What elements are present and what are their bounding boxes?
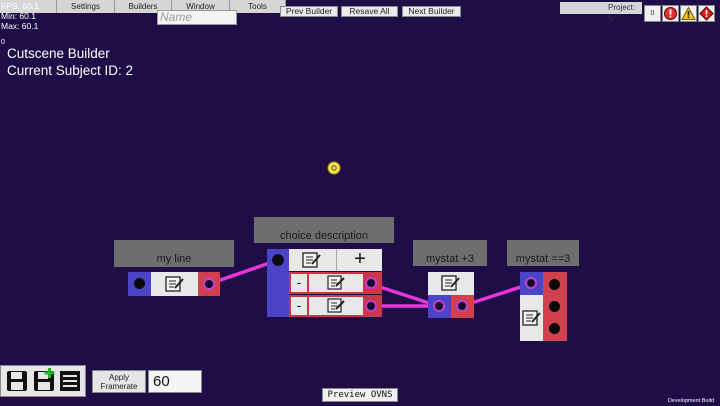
input-socket[interactable]	[272, 254, 284, 266]
choice-edit-field[interactable]	[309, 274, 363, 292]
output-socket[interactable]	[203, 278, 215, 290]
node-stat-check-title[interactable]: mystat ==3	[507, 240, 579, 266]
apply-framerate-button[interactable]: Apply Framerate	[92, 370, 146, 393]
node-choice-toolbar: +	[289, 249, 382, 271]
output-socket[interactable]	[365, 277, 377, 289]
development-build-label: Development Build	[667, 398, 714, 404]
input-port-dot	[134, 278, 145, 289]
node-my-line-title[interactable]: my line	[114, 240, 234, 267]
input-socket[interactable]	[433, 300, 445, 312]
node-my-line-input[interactable]	[128, 272, 151, 296]
node-stat-add-output[interactable]	[451, 295, 474, 318]
node-my-line-output[interactable]	[198, 272, 220, 296]
output-socket[interactable]	[456, 300, 468, 312]
choice-row-1: -	[289, 272, 382, 294]
node-stat-add-body[interactable]	[428, 272, 474, 295]
edit-icon[interactable]	[327, 275, 347, 291]
edit-icon[interactable]	[327, 298, 347, 314]
choice-edit-field[interactable]	[309, 297, 363, 315]
connection-layer	[207, 258, 532, 308]
node-choice-input[interactable]	[267, 249, 289, 317]
choice-row-2: -	[289, 295, 382, 317]
edit-icon[interactable]	[302, 252, 322, 269]
save-new-icon[interactable]	[33, 368, 57, 392]
output-true-port[interactable]	[549, 279, 560, 290]
node-stat-check-body[interactable]	[520, 295, 543, 341]
output-false-port[interactable]	[549, 301, 560, 312]
list-icon[interactable]	[59, 370, 81, 392]
preview-button[interactable]: Preview OVNS	[322, 388, 398, 402]
add-choice-button[interactable]: +	[336, 249, 383, 271]
node-stat-add-title[interactable]: mystat +3	[413, 240, 487, 266]
remove-choice-button[interactable]: -	[291, 274, 307, 292]
edit-icon[interactable]	[441, 275, 461, 292]
framerate-input[interactable]: 60	[148, 370, 202, 393]
output-socket[interactable]	[365, 300, 377, 312]
node-stat-check-outputs[interactable]	[543, 272, 567, 341]
node-stat-add-input[interactable]	[428, 295, 451, 318]
edit-icon[interactable]	[165, 276, 185, 293]
node-my-line-body[interactable]	[151, 272, 198, 296]
save-icon[interactable]	[6, 370, 28, 392]
node-stat-check-input[interactable]	[520, 272, 543, 295]
output-extra-port[interactable]	[549, 323, 560, 334]
edit-icon[interactable]	[522, 310, 542, 327]
node-choice-title[interactable]: choice description	[254, 217, 394, 243]
remove-choice-button[interactable]: -	[291, 297, 307, 315]
input-socket[interactable]	[525, 277, 537, 289]
